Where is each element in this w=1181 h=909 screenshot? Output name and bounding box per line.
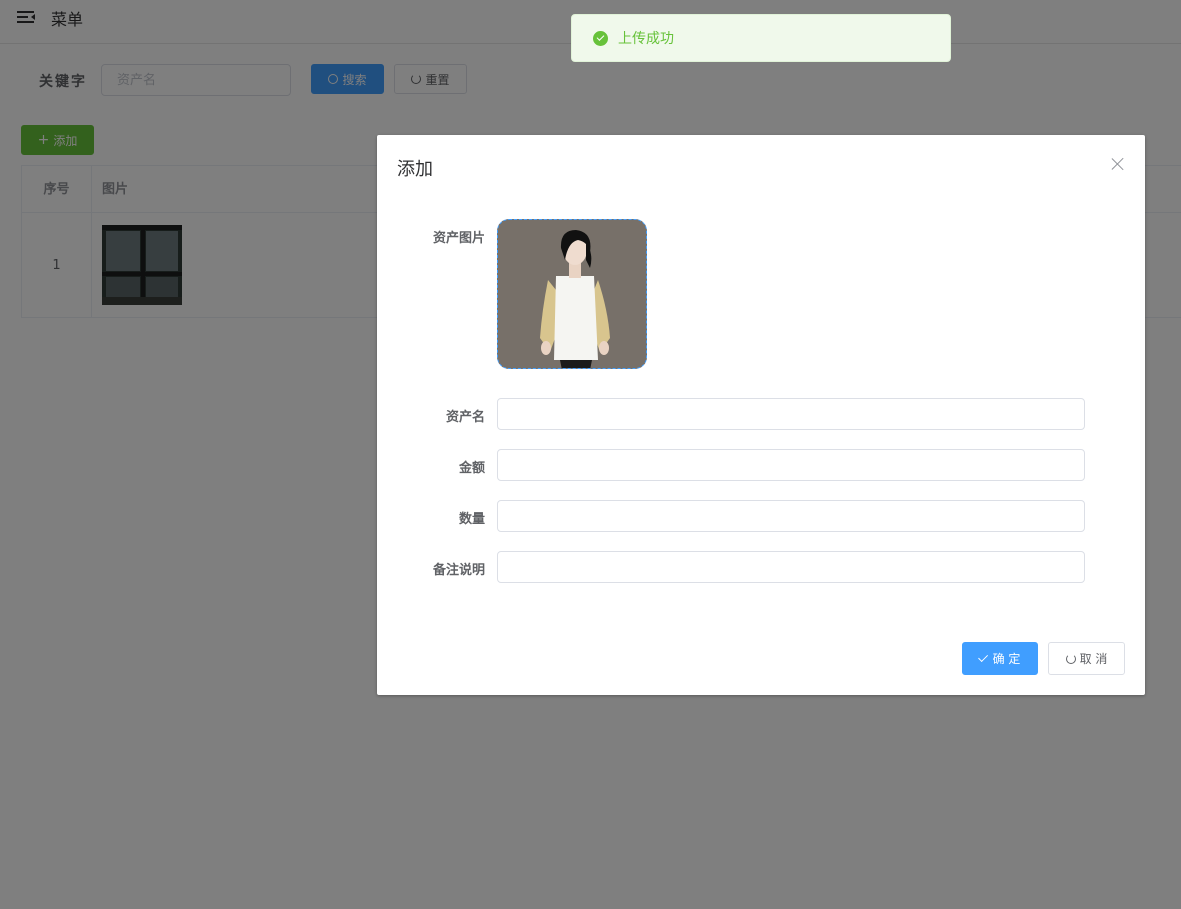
amount-label: 金额 — [458, 461, 485, 476]
check-circle-icon — [593, 30, 608, 46]
check-icon — [977, 652, 988, 663]
add-dialog: 添加 资产图片 资产名 金额 数量 备注说明 确 定 取 消 — [377, 135, 1145, 695]
refresh-icon — [1065, 653, 1076, 664]
dialog-title: 添加 — [397, 159, 433, 180]
cancel-button[interactable]: 取 消 — [1048, 642, 1125, 675]
success-toast: 上传成功 — [571, 14, 951, 62]
uploaded-image — [498, 220, 646, 368]
remark-input[interactable] — [497, 551, 1085, 583]
asset-image-label: 资产图片 — [432, 231, 485, 246]
quantity-label: 数量 — [458, 512, 485, 527]
close-icon[interactable] — [1111, 157, 1125, 171]
asset-name-input[interactable] — [497, 398, 1085, 430]
quantity-input[interactable] — [497, 500, 1085, 532]
amount-input[interactable] — [497, 449, 1085, 481]
confirm-button[interactable]: 确 定 — [962, 642, 1038, 675]
toast-message: 上传成功 — [618, 31, 674, 47]
image-uploader[interactable] — [497, 219, 647, 369]
asset-name-label: 资产名 — [445, 410, 485, 425]
remark-label: 备注说明 — [432, 563, 485, 578]
